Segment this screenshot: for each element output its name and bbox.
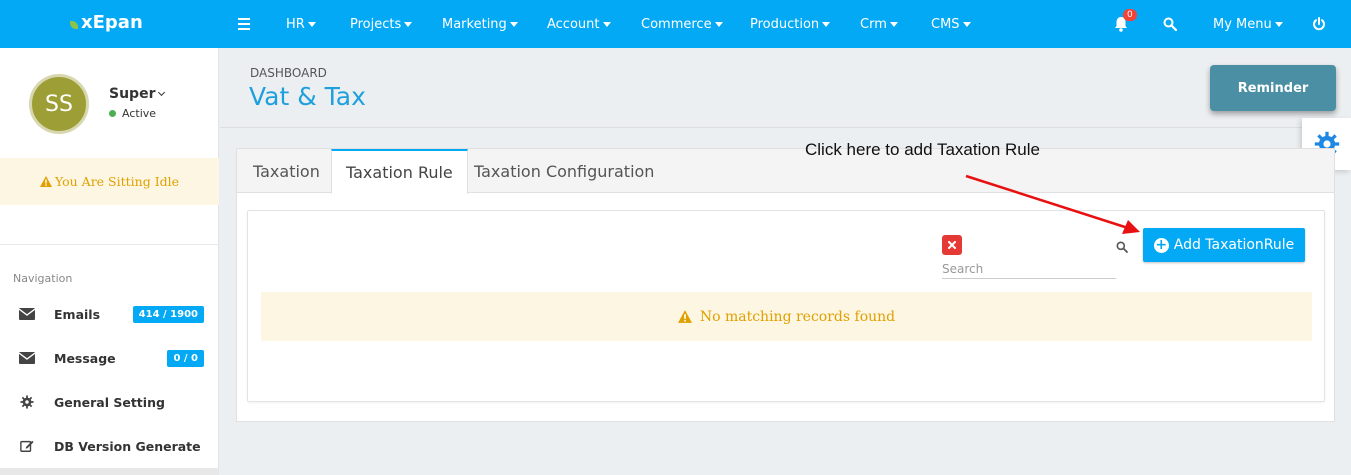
caret-down-icon <box>889 22 898 27</box>
edit-icon <box>20 440 34 452</box>
menu-label: Production <box>750 17 820 32</box>
my-menu-label: My Menu <box>1213 17 1272 32</box>
menu-icon[interactable] <box>238 18 250 30</box>
sidebar: SS Super Active You Are Sitting Idle Nav… <box>0 48 219 475</box>
menu-crm[interactable]: Crm <box>860 17 898 32</box>
search-input[interactable] <box>942 259 1116 279</box>
breadcrumb[interactable]: DASHBOARD <box>250 66 327 80</box>
top-navbar: xEpan HR Projects Marketing Account Comm… <box>0 0 1351 48</box>
count-badge: 414 / 1900 <box>132 305 204 323</box>
menu-hr[interactable]: HR <box>286 17 316 32</box>
search-icon[interactable] <box>1163 17 1177 31</box>
annotation-text: Click here to add Taxation Rule <box>805 140 1040 159</box>
brand-name: xEpan <box>81 12 143 33</box>
idle-alert: You Are Sitting Idle <box>0 158 219 205</box>
envelope-icon <box>19 308 35 320</box>
menu-label: Crm <box>860 17 887 32</box>
sidebar-item-general-setting[interactable]: General Setting <box>0 387 219 417</box>
sidebar-item-label: Emails <box>54 306 101 322</box>
caret-down-icon <box>714 22 723 27</box>
caret-down-icon <box>1274 22 1283 27</box>
divider <box>0 244 219 245</box>
menu-label: Account <box>547 17 600 32</box>
page-title: Vat & Tax <box>249 82 366 111</box>
sidebar-item-label: DB Version Generate <box>54 438 201 454</box>
sidebar-footer <box>0 468 219 475</box>
brand-logo[interactable]: xEpan <box>70 12 143 33</box>
menu-label: Projects <box>350 17 402 32</box>
close-icon <box>948 241 956 249</box>
menu-cms[interactable]: CMS <box>931 17 971 32</box>
leaf-icon <box>70 20 78 29</box>
envelope-icon <box>19 352 35 364</box>
gear-icon <box>20 395 34 409</box>
user-name: Super <box>109 86 156 102</box>
add-button-label: Add TaxationRule <box>1173 237 1295 253</box>
tab-taxation-rule[interactable]: Taxation Rule <box>331 149 468 194</box>
annotation-arrow-icon <box>965 174 1140 234</box>
empty-state-alert: No matching records found <box>261 292 1312 341</box>
menu-production[interactable]: Production <box>750 17 831 32</box>
user-menu[interactable]: Super <box>109 86 166 102</box>
nav-title: Navigation <box>13 272 73 285</box>
caret-down-icon <box>962 22 971 27</box>
warning-icon <box>39 176 52 187</box>
tab-taxation[interactable]: Taxation <box>253 149 320 193</box>
notification-badge: 0 <box>1123 9 1137 21</box>
count-badge: 0 / 0 <box>167 349 204 367</box>
power-icon[interactable] <box>1312 17 1326 31</box>
menu-commerce[interactable]: Commerce <box>641 17 723 32</box>
sidebar-item-emails[interactable]: Emails 414 / 1900 <box>0 299 219 329</box>
sidebar-item-message[interactable]: Message 0 / 0 <box>0 343 219 373</box>
reminder-button[interactable]: Reminder <box>1210 65 1336 111</box>
empty-message: No matching records found <box>699 308 896 325</box>
caret-down-icon <box>509 22 518 27</box>
menu-label: CMS <box>931 17 960 32</box>
plus-circle-icon: + <box>1153 236 1169 253</box>
sidebar-item-db-version-generate[interactable]: DB Version Generate <box>0 431 219 461</box>
menu-label: HR <box>286 17 305 32</box>
page-header: DASHBOARD Vat & Tax Reminder <box>220 48 1351 128</box>
caret-down-icon <box>307 22 316 27</box>
user-status-label: Active <box>122 107 157 120</box>
sidebar-item-label: Message <box>54 350 116 366</box>
menu-account[interactable]: Account <box>547 17 611 32</box>
chevron-down-icon <box>158 88 166 97</box>
tab-taxation-configuration[interactable]: Taxation Configuration <box>474 149 654 193</box>
sidebar-item-label: General Setting <box>54 394 165 410</box>
menu-label: Commerce <box>641 17 712 32</box>
menu-projects[interactable]: Projects <box>350 17 413 32</box>
content-panel: Taxation Taxation Rule Taxation Configur… <box>236 148 1335 422</box>
warning-icon <box>677 310 692 323</box>
user-status: Active <box>109 107 156 120</box>
caret-down-icon <box>602 22 611 27</box>
tab-bar: Taxation Taxation Rule Taxation Configur… <box>237 149 1334 194</box>
grid-container: + Add TaxationRule No matching records f… <box>247 210 1325 402</box>
caret-down-icon <box>822 22 831 27</box>
menu-marketing[interactable]: Marketing <box>442 17 518 32</box>
avatar[interactable]: SS <box>29 74 89 134</box>
status-dot-icon <box>109 110 116 117</box>
caret-down-icon <box>404 22 413 27</box>
add-taxation-rule-button[interactable]: + Add TaxationRule <box>1143 228 1305 262</box>
clear-search-button[interactable] <box>942 235 962 255</box>
my-menu[interactable]: My Menu <box>1213 17 1283 32</box>
idle-message: You Are Sitting Idle <box>54 174 180 189</box>
menu-label: Marketing <box>442 17 507 32</box>
search-icon[interactable] <box>1116 241 1128 253</box>
